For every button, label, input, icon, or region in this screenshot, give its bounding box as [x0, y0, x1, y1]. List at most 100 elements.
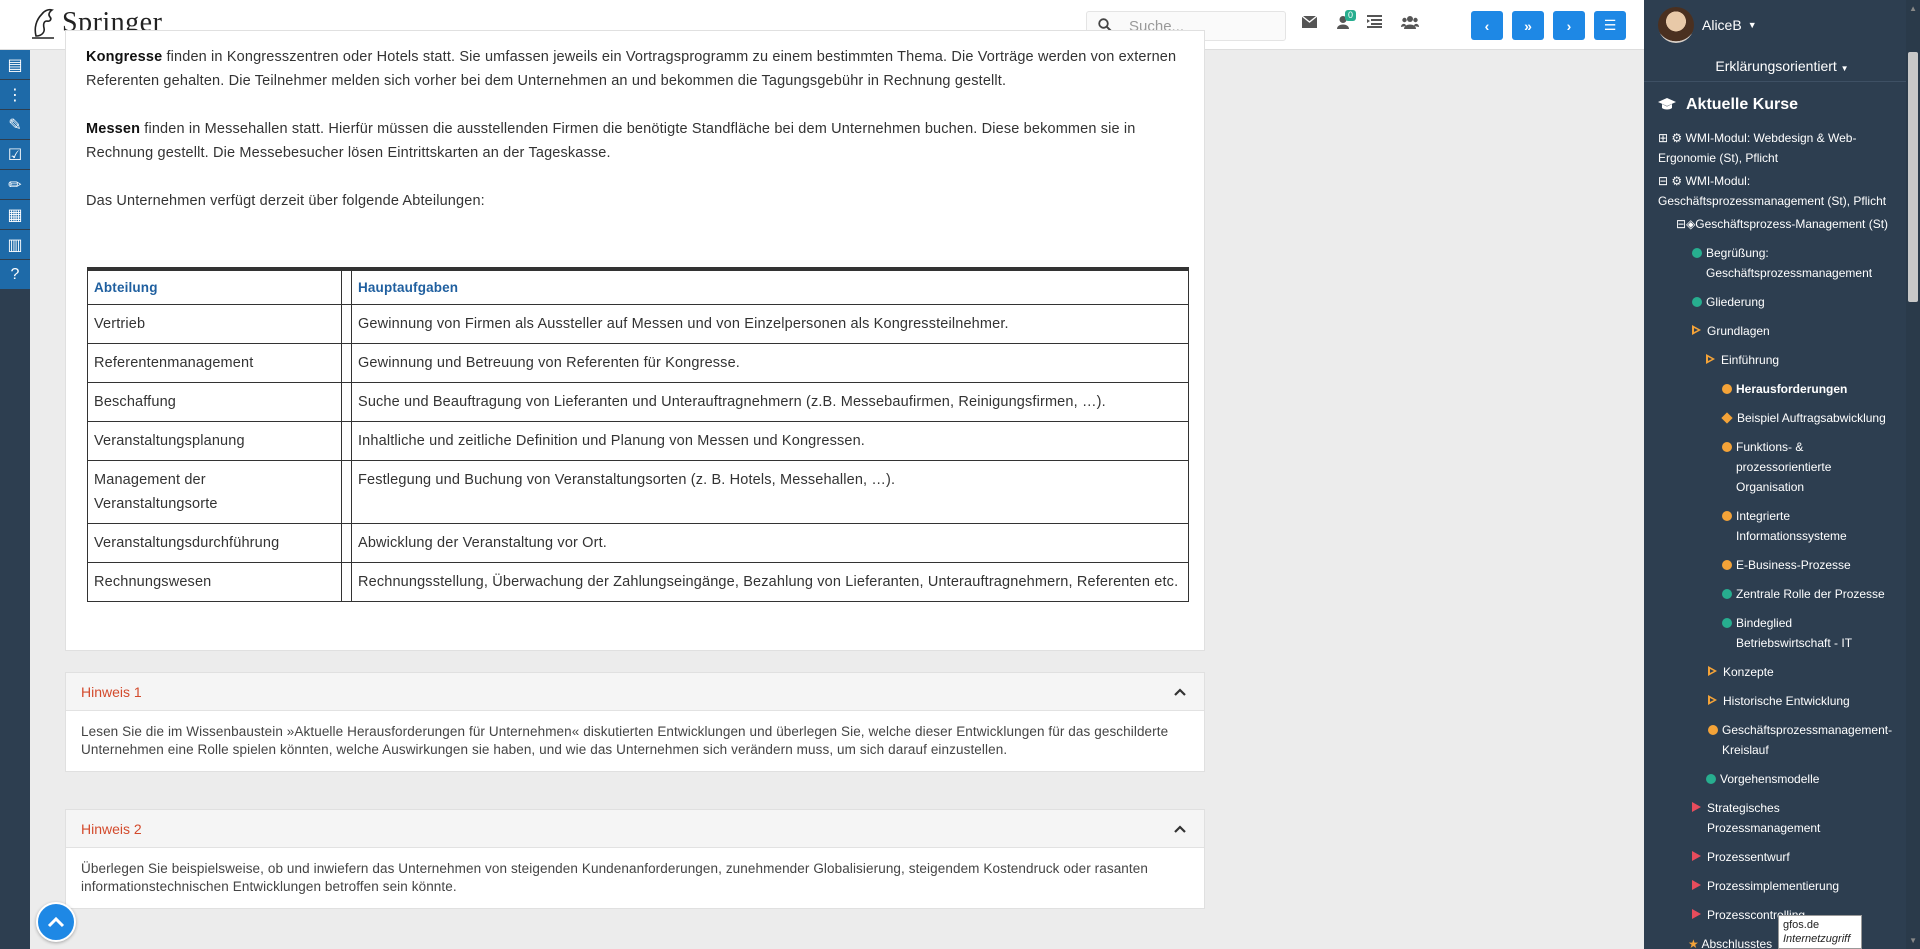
status-in-progress-icon [1722, 511, 1732, 521]
tree-item-zentrale-rolle[interactable]: Zentrale Rolle der Prozesse [1722, 584, 1885, 604]
tree-item-label: Geschäftsprozessmanagement [1706, 266, 1873, 280]
table-cell: Abwicklung der Veranstaltung vor Ort. [351, 522, 1189, 563]
tree-item-label: Gliederung [1706, 295, 1765, 309]
sidebar-scrollbar[interactable]: ▲ ▼ [1906, 0, 1920, 949]
status-done-icon [1722, 618, 1732, 628]
column-header-hauptaufgaben: Hauptaufgaben [351, 268, 1189, 305]
tree-item-label: prozessorientierte [1736, 460, 1832, 474]
tree-item-label: Historische Entwicklung [1723, 694, 1850, 708]
tree-item-ebusiness[interactable]: E-Business-Prozesse [1722, 555, 1851, 575]
scroll-to-top-button[interactable] [36, 902, 76, 942]
tree-item-organisation[interactable]: Funktions- & prozessorientierte Organisati… [1722, 437, 1831, 497]
edit-document-icon[interactable]: ✎ [0, 110, 30, 140]
courses-heading: Aktuelle Kurse [1644, 82, 1920, 114]
book-icon[interactable]: ▥ [0, 230, 30, 260]
tree-item-einfuehrung[interactable]: Einführung [1706, 350, 1779, 370]
notification-badge: 0 [1345, 10, 1357, 21]
column-separator [341, 459, 352, 524]
table-cell: Inhaltliche und zeitliche Definition und… [351, 420, 1189, 461]
scroll-up-icon[interactable]: ▲ [1909, 4, 1917, 13]
user-name: AliceB [1702, 17, 1742, 33]
tree-item-label: Konzepte [1723, 665, 1774, 679]
scroll-down-icon[interactable]: ▼ [1909, 936, 1917, 945]
chevron-up-icon[interactable] [1174, 821, 1186, 836]
table-row: Rechnungswesen Rechnungsstellung, Überwac… [87, 561, 1189, 602]
content-card: Kongresse finden in Kongresszentren oder… [65, 30, 1205, 651]
table-cell: Beschaffung [87, 381, 342, 422]
paragraph-kongresse-text: finden in Kongresszentren oder Hotels st… [86, 49, 1177, 89]
tree-item-prozessimplementierung[interactable]: Prozessimplementierung [1692, 876, 1839, 896]
modules-icon: ⚙ [1671, 174, 1683, 188]
next-page-button[interactable]: › [1553, 11, 1585, 40]
pencil-icon[interactable]: ✏ [0, 170, 30, 200]
tree-item-strategisches-pm[interactable]: Strategisches Prozessmanagement [1692, 798, 1820, 838]
status-done-icon [1722, 589, 1732, 599]
hint-2-header[interactable]: Hinweis 2 [66, 810, 1204, 848]
main-content: Kongresse finden in Kongresszentren oder… [65, 0, 1205, 949]
courses-heading-label: Aktuelle Kurse [1686, 96, 1799, 113]
hint-1-title: Hinweis 1 [81, 683, 142, 700]
departments-table: Abteilung Hauptaufgaben Vertrieb Gewinnun… [87, 267, 1189, 602]
tree-item-label: Geschäftsprozessmanagement (St), Pflicht [1658, 194, 1887, 208]
quiz-icon[interactable]: ▦ [0, 200, 30, 230]
tree-item-informationssysteme[interactable]: Integrierte Informationssysteme [1722, 506, 1847, 546]
mail-icon[interactable] [1301, 15, 1318, 32]
table-cell: Gewinnung von Firmen als Aussteller auf … [351, 303, 1189, 344]
outline-list-icon[interactable] [1367, 15, 1382, 32]
mode-selector[interactable]: Erklärungsorientiert ▼ [1644, 50, 1920, 82]
course-sidebar: AliceB ▼ Erklärungsorientiert ▼ Aktuelle… [1644, 0, 1920, 949]
tree-item-label: Prozessmanagement [1707, 821, 1821, 835]
tree-item-grundlagen[interactable]: Grundlagen [1692, 321, 1770, 341]
tree-item-gliederung[interactable]: Gliederung [1692, 292, 1765, 312]
tree-item-prozessentwurf[interactable]: Prozessentwurf [1692, 847, 1790, 867]
help-icon[interactable]: ? [0, 260, 30, 290]
chevron-up-icon[interactable] [1174, 684, 1186, 699]
table-cell: Festlegung und Buchung von Veranstaltung… [351, 459, 1189, 524]
checklist-icon[interactable]: ☑ [0, 140, 30, 170]
tree-item-label: Organisation [1736, 480, 1805, 494]
table-cell: Referentenmanagement [87, 342, 342, 383]
hint-1-header[interactable]: Hinweis 1 [66, 673, 1204, 711]
tree-item-kreislauf[interactable]: Geschäftsprozessmanagement- Kreislauf [1708, 720, 1892, 760]
collapse-icon[interactable]: ⊟ [1658, 174, 1668, 188]
collapsed-arrow-icon [1708, 695, 1717, 705]
hint-2-title: Hinweis 2 [81, 820, 142, 837]
notifications-icon[interactable]: 0 [1336, 10, 1357, 33]
mode-label: Erklärungsorientiert [1715, 58, 1837, 74]
column-separator [341, 420, 352, 461]
module-icon: ◈ [1686, 217, 1696, 231]
tree-item-label: WMI-Modul: Webdesign & Web- [1685, 131, 1857, 145]
tree-item-gpm-course[interactable]: ⊟◈Geschäftsprozess-Management (St) [1676, 214, 1906, 234]
caret-down-icon: ▼ [1747, 20, 1757, 30]
tooltip-url: gfos.de [1783, 919, 1820, 931]
tree-item-herausforderungen[interactable]: Herausforderungen [1722, 379, 1847, 399]
document-icon[interactable]: ▤ [0, 50, 30, 80]
tree-item-label: Einführung [1721, 353, 1780, 367]
menu-button[interactable]: ☰ [1594, 11, 1626, 40]
collapsed-arrow-icon [1692, 851, 1701, 861]
expand-down-button[interactable]: » [1512, 11, 1544, 40]
previous-page-button[interactable]: ‹ [1471, 11, 1503, 40]
tree-item-historische-entwicklung[interactable]: Historische Entwicklung [1708, 691, 1850, 711]
tree-item-abschlusstest[interactable]: ★ Abschlusstes [1688, 934, 1772, 949]
traffic-light-icon[interactable]: ⋮ [0, 80, 30, 110]
users-icon[interactable] [1401, 15, 1419, 33]
tree-item-bindeglied[interactable]: Bindeglied Betriebswirtschaft - IT [1722, 613, 1852, 653]
status-in-progress-icon [1722, 384, 1732, 394]
expand-icon[interactable]: ⊞ [1658, 131, 1668, 145]
tree-item-gpm-modul[interactable]: ⊟ ⚙ WMI-Modul: Geschäftsprozessmanagement… [1658, 171, 1908, 211]
scrollbar-thumb[interactable] [1908, 52, 1918, 302]
collapse-icon[interactable]: ⊟ [1676, 217, 1686, 231]
collapsed-arrow-icon [1708, 666, 1717, 676]
paragraph-kongresse: Kongresse finden in Kongresszentren oder… [86, 45, 1186, 93]
user-menu[interactable]: AliceB ▼ [1644, 0, 1920, 50]
tree-item-vorgehensmodelle[interactable]: Vorgehensmodelle [1706, 769, 1819, 789]
star-icon: ★ [1688, 937, 1699, 949]
column-separator [341, 381, 352, 422]
tree-item-webdesign[interactable]: ⊞ ⚙ WMI-Modul: Webdesign & Web- Ergonomie… [1658, 128, 1898, 168]
tree-item-konzepte[interactable]: Konzepte [1708, 662, 1774, 682]
tree-item-begruessung[interactable]: Begrüßung: Geschäftsprozessmanagement [1692, 243, 1892, 283]
tree-item-auftragsabwicklung[interactable]: Beispiel Auftragsabwicklung [1721, 408, 1886, 428]
tree-item-label: Prozessentwurf [1707, 850, 1790, 864]
status-diamond-icon [1721, 412, 1733, 424]
